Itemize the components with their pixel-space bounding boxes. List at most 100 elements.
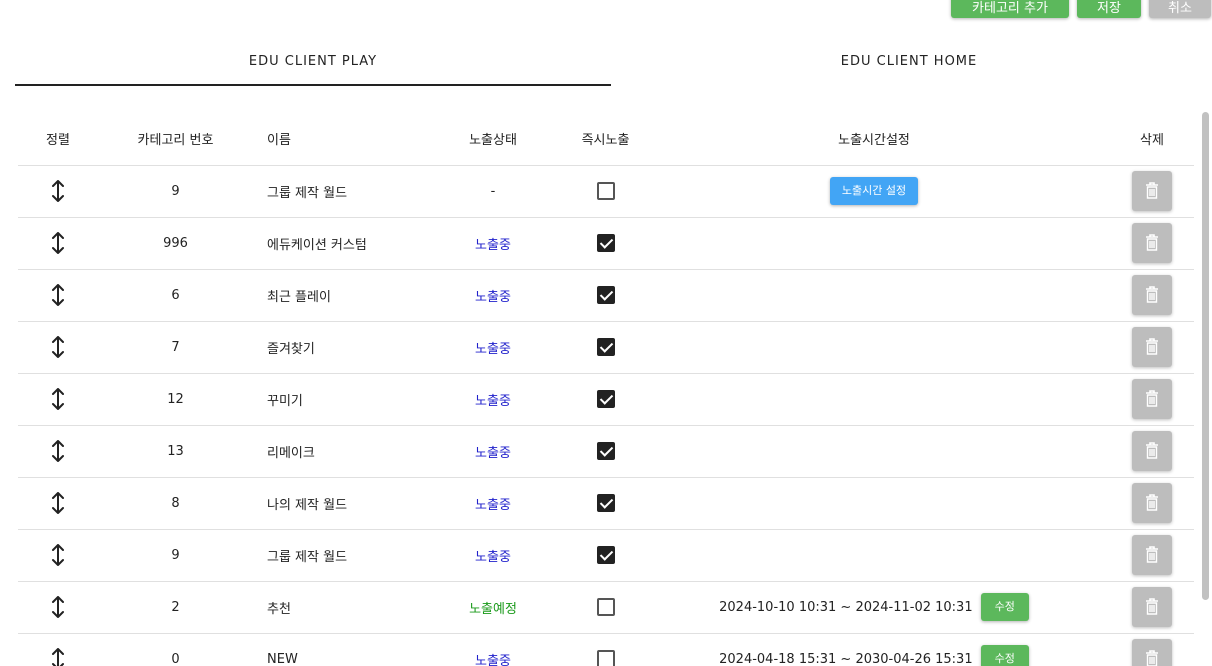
instant-exposure-checkbox[interactable] (596, 546, 615, 564)
delete-button[interactable] (1132, 587, 1172, 627)
instant-exposure-checkbox[interactable] (596, 234, 615, 252)
delete-button[interactable] (1132, 171, 1172, 211)
sort-vertical-arrows-icon[interactable] (51, 492, 65, 514)
delete-button[interactable] (1132, 483, 1172, 523)
delete-button[interactable] (1132, 639, 1172, 666)
category-name: 그룹 제작 월드 (253, 165, 413, 218)
sort-handle-cell (18, 477, 98, 530)
table-row: 996 에듀케이션 커스텀 노출중 (18, 217, 1194, 270)
time-setting-cell (638, 321, 1110, 374)
category-number: 996 (98, 217, 253, 270)
category-number: 0 (98, 633, 253, 666)
status-cell: 노출중 (413, 373, 573, 426)
category-number: 7 (98, 321, 253, 374)
sort-handle-cell (18, 633, 98, 666)
instant-cell (573, 633, 638, 666)
instant-exposure-checkbox[interactable] (596, 338, 615, 356)
category-name: 꾸미기 (253, 373, 413, 426)
table-header-row: 정렬 카테고리 번호 이름 노출상태 즉시노출 노출시간설정 삭제 (18, 112, 1194, 166)
instant-cell (573, 425, 638, 478)
edit-time-button[interactable]: 수정 (980, 593, 1029, 621)
status-cell: - (413, 165, 573, 218)
instant-cell (573, 529, 638, 582)
category-number: 12 (98, 373, 253, 426)
add-category-button[interactable]: 카테고리 추가 (951, 0, 1069, 18)
sort-handle-cell (18, 165, 98, 218)
status-label: 노출예정 (469, 601, 517, 617)
sort-vertical-arrows-icon[interactable] (51, 648, 65, 666)
status-cell: 노출중 (413, 633, 573, 666)
sort-vertical-arrows-icon[interactable] (51, 232, 65, 254)
header-category-number: 카테고리 번호 (98, 112, 253, 166)
instant-exposure-checkbox[interactable] (596, 390, 615, 408)
sort-vertical-arrows-icon[interactable] (51, 440, 65, 462)
category-table: 정렬 카테고리 번호 이름 노출상태 즉시노출 노출시간설정 삭제 9 그룹 제작… (18, 112, 1194, 666)
header-instant: 즉시노출 (573, 112, 638, 166)
delete-cell (1110, 529, 1194, 582)
delete-button[interactable] (1132, 535, 1172, 575)
cancel-button[interactable]: 취소 (1149, 0, 1211, 18)
category-name: 나의 제작 월드 (253, 477, 413, 530)
category-name: 추천 (253, 581, 413, 634)
status-cell: 노출예정 (413, 581, 573, 634)
instant-exposure-checkbox[interactable] (596, 650, 615, 666)
category-number: 6 (98, 269, 253, 322)
sort-handle-cell (18, 581, 98, 634)
table-row: 2 추천 노출예정 2024-10-10 10:31 ~ 2024-11-02 10:… (18, 581, 1194, 634)
category-number: 8 (98, 477, 253, 530)
delete-cell (1110, 165, 1194, 218)
header-name: 이름 (253, 112, 413, 166)
status-cell: 노출중 (413, 217, 573, 270)
vertical-scrollbar[interactable] (1201, 112, 1210, 612)
status-label: 노출중 (475, 393, 511, 409)
category-name: 리메이크 (253, 425, 413, 478)
trash-icon (1146, 598, 1158, 615)
time-setting-cell (638, 217, 1110, 270)
sort-vertical-arrows-icon[interactable] (51, 180, 65, 202)
sort-vertical-arrows-icon[interactable] (51, 544, 65, 566)
category-name: 에듀케이션 커스텀 (253, 217, 413, 270)
trash-icon (1146, 338, 1158, 355)
tab-edu-client-home[interactable]: EDU CLIENT HOME (611, 44, 1207, 86)
instant-exposure-checkbox[interactable] (596, 494, 615, 512)
scrollbar-thumb[interactable] (1202, 112, 1209, 600)
status-label: 노출중 (475, 497, 511, 513)
instant-exposure-checkbox[interactable] (596, 182, 615, 200)
sort-handle-cell (18, 425, 98, 478)
delete-cell (1110, 321, 1194, 374)
delete-button[interactable] (1132, 379, 1172, 419)
sort-handle-cell (18, 269, 98, 322)
delete-cell (1110, 269, 1194, 322)
delete-cell (1110, 217, 1194, 270)
delete-button[interactable] (1132, 223, 1172, 263)
instant-exposure-checkbox[interactable] (596, 442, 615, 460)
header-status: 노출상태 (413, 112, 573, 166)
trash-icon (1146, 442, 1158, 459)
sort-vertical-arrows-icon[interactable] (51, 284, 65, 306)
delete-cell (1110, 581, 1194, 634)
delete-button[interactable] (1132, 275, 1172, 315)
exposure-time-range: 2024-04-18 15:31 ~ 2030-04-26 15:31 (719, 651, 973, 666)
tab-edu-client-play[interactable]: EDU CLIENT PLAY (15, 44, 611, 86)
edit-time-button[interactable]: 수정 (980, 645, 1029, 666)
sort-vertical-arrows-icon[interactable] (51, 596, 65, 618)
sort-vertical-arrows-icon[interactable] (51, 336, 65, 358)
delete-button[interactable] (1132, 327, 1172, 367)
trash-icon (1146, 286, 1158, 303)
delete-cell (1110, 373, 1194, 426)
set-exposure-time-button[interactable]: 노출시간 설정 (829, 177, 919, 205)
instant-cell (573, 373, 638, 426)
save-button[interactable]: 저장 (1077, 0, 1141, 18)
sort-vertical-arrows-icon[interactable] (51, 388, 65, 410)
table-row: 12 꾸미기 노출중 (18, 373, 1194, 426)
instant-cell (573, 165, 638, 218)
category-number: 9 (98, 165, 253, 218)
instant-exposure-checkbox[interactable] (596, 598, 615, 616)
delete-button[interactable] (1132, 431, 1172, 471)
instant-exposure-checkbox[interactable] (596, 286, 615, 304)
delete-cell (1110, 425, 1194, 478)
time-setting-cell (638, 269, 1110, 322)
status-cell: 노출중 (413, 529, 573, 582)
sort-handle-cell (18, 217, 98, 270)
trash-icon (1146, 494, 1158, 511)
